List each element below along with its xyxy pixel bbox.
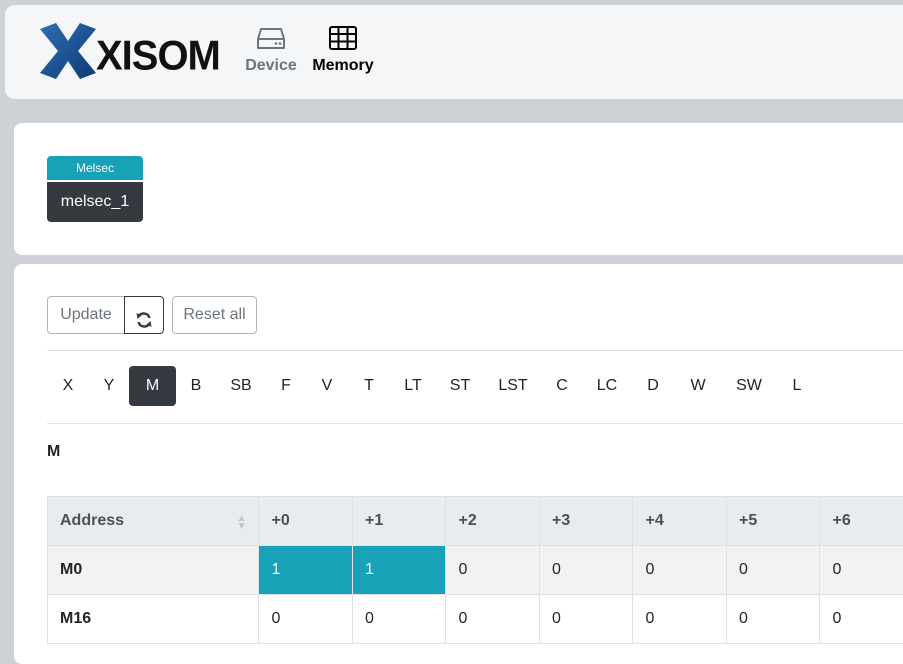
drive-icon (256, 25, 286, 51)
column-header: +4 (633, 497, 727, 546)
sort-icon: ▲▼ (237, 515, 247, 531)
tab-LST[interactable]: LST (484, 366, 542, 406)
bit-cell[interactable]: 0 (539, 546, 633, 595)
nav-memory-label: Memory (310, 57, 376, 75)
column-header: +0 (259, 497, 353, 546)
bit-cell[interactable]: 0 (633, 595, 727, 644)
table-row: M16 0 0 0 0 0 0 0 (48, 595, 903, 644)
bit-cell[interactable]: 0 (539, 595, 633, 644)
tab-X[interactable]: X (47, 366, 89, 406)
column-header: +5 (726, 497, 820, 546)
bit-cell[interactable]: 0 (446, 595, 540, 644)
column-header-label: Address (60, 512, 124, 529)
reset-all-button[interactable]: Reset all (172, 296, 257, 334)
bit-cell[interactable]: 1 (259, 546, 353, 595)
tab-B[interactable]: B (176, 366, 216, 406)
svg-text:XISOM: XISOM (96, 31, 220, 78)
bit-cell[interactable]: 0 (259, 595, 353, 644)
update-button[interactable]: Update (47, 296, 125, 334)
tab-M[interactable]: M (129, 366, 176, 406)
tab-Y[interactable]: Y (89, 366, 129, 406)
grid-icon (328, 25, 358, 51)
tab-SB[interactable]: SB (216, 366, 266, 406)
nav-device[interactable]: Device (245, 25, 297, 75)
address-cell: M0 (48, 546, 259, 595)
tab-D[interactable]: D (632, 366, 674, 406)
tab-T[interactable]: T (348, 366, 390, 406)
tab-LT[interactable]: LT (390, 366, 436, 406)
bit-cell[interactable]: 0 (820, 595, 903, 644)
refresh-button[interactable] (124, 296, 164, 334)
tab-LC[interactable]: LC (582, 366, 632, 406)
column-header-address[interactable]: Address ▲▼ (48, 497, 259, 546)
nav-memory[interactable]: Memory (310, 25, 376, 75)
memory-table: Address ▲▼ +0 +1 +2 +3 +4 +5 +6 M0 1 1 0 … (47, 496, 903, 644)
xisom-logo: XISOM (38, 21, 238, 81)
bit-cell[interactable]: 0 (726, 546, 820, 595)
divider (47, 350, 903, 351)
tab-V[interactable]: V (306, 366, 348, 406)
column-header: +1 (352, 497, 446, 546)
address-cell: M16 (48, 595, 259, 644)
tab-C[interactable]: C (542, 366, 582, 406)
plc-card: Melsec melsec_1 (14, 123, 903, 255)
section-title: M (47, 443, 60, 461)
bit-cell[interactable]: 0 (820, 546, 903, 595)
refresh-icon (135, 311, 153, 329)
tab-F[interactable]: F (266, 366, 306, 406)
bit-cell[interactable]: 0 (633, 546, 727, 595)
tab-SW[interactable]: SW (722, 366, 776, 406)
plc-name-button[interactable]: melsec_1 (47, 182, 143, 222)
tab-L[interactable]: L (776, 366, 818, 406)
bit-cell[interactable]: 1 (352, 546, 446, 595)
column-header: +3 (539, 497, 633, 546)
app-header: XISOM Device Memory (5, 5, 903, 99)
table-header-row: Address ▲▼ +0 +1 +2 +3 +4 +5 +6 (48, 497, 903, 546)
divider (47, 423, 903, 424)
column-header: +2 (446, 497, 540, 546)
memory-card: Update Reset all X Y M B SB F V T LT ST … (14, 264, 903, 664)
bit-cell[interactable]: 0 (446, 546, 540, 595)
tab-W[interactable]: W (674, 366, 722, 406)
column-header: +6 (820, 497, 903, 546)
plc-type-badge: Melsec (47, 156, 143, 180)
tab-ST[interactable]: ST (436, 366, 484, 406)
nav-device-label: Device (245, 57, 297, 75)
bit-cell[interactable]: 0 (352, 595, 446, 644)
bit-cell[interactable]: 0 (726, 595, 820, 644)
table-row: M0 1 1 0 0 0 0 0 (48, 546, 903, 595)
